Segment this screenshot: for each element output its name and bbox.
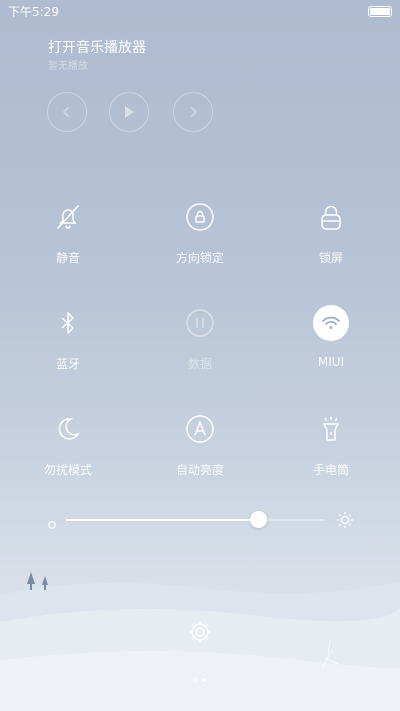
status-time: 下午5:29	[8, 5, 59, 19]
toggle-label: 数据	[187, 357, 212, 371]
battery-icon	[368, 6, 392, 17]
bluetooth-icon	[50, 305, 86, 341]
rotation-lock-icon	[182, 199, 218, 235]
toggle-label: 静音	[55, 251, 80, 265]
toggle-mobile-data[interactable]: 数据	[145, 305, 255, 385]
toggle-label: 蓝牙	[55, 357, 80, 371]
chevron-right-icon	[190, 106, 198, 118]
page-indicator-dot-active	[202, 678, 206, 682]
music-player-subtitle: 暂无播放	[48, 61, 88, 72]
toggle-mute[interactable]: 静音	[13, 199, 123, 279]
play-button[interactable]	[109, 92, 149, 132]
settings-button[interactable]	[186, 618, 214, 650]
brightness-slider-thumb[interactable]	[249, 511, 267, 528]
bell-off-icon	[50, 199, 86, 235]
toggle-do-not-disturb[interactable]: 勿扰模式	[13, 411, 123, 491]
wifi-icon	[313, 305, 349, 341]
flashlight-icon	[313, 411, 349, 447]
lock-icon	[313, 199, 349, 235]
toggle-label: 手电筒	[312, 463, 349, 477]
toggle-bluetooth[interactable]: 蓝牙	[13, 305, 123, 385]
music-player-title[interactable]: 打开音乐播放器	[48, 37, 146, 57]
toggle-wifi[interactable]: MIUI	[276, 305, 386, 385]
next-track-button[interactable]	[173, 92, 213, 132]
toggle-label: 方向锁定	[175, 251, 224, 265]
toggle-flashlight[interactable]: 手电筒	[276, 411, 386, 491]
toggle-lock-screen[interactable]: 锁屏	[276, 199, 386, 279]
gear-icon	[189, 621, 211, 643]
toggle-label: MIUI	[317, 355, 345, 369]
page-indicator-dot	[193, 678, 197, 682]
moon-icon	[50, 411, 86, 447]
pause-circle-icon	[182, 305, 218, 341]
auto-brightness-icon	[182, 411, 218, 447]
previous-track-button[interactable]	[47, 92, 87, 132]
toggle-rotation-lock[interactable]: 方向锁定	[145, 199, 255, 279]
toggle-label: 锁屏	[318, 251, 343, 265]
brightness-high-icon	[335, 510, 355, 534]
toggle-label: 勿扰模式	[43, 463, 92, 477]
brightness-slider-fill	[66, 519, 258, 521]
battery-level	[370, 8, 390, 15]
toggle-label: 自动亮度	[175, 463, 224, 477]
brightness-low-icon	[47, 515, 57, 534]
play-icon	[125, 106, 134, 118]
chevron-left-icon	[62, 106, 70, 118]
toggle-auto-brightness[interactable]: 自动亮度	[145, 411, 255, 491]
